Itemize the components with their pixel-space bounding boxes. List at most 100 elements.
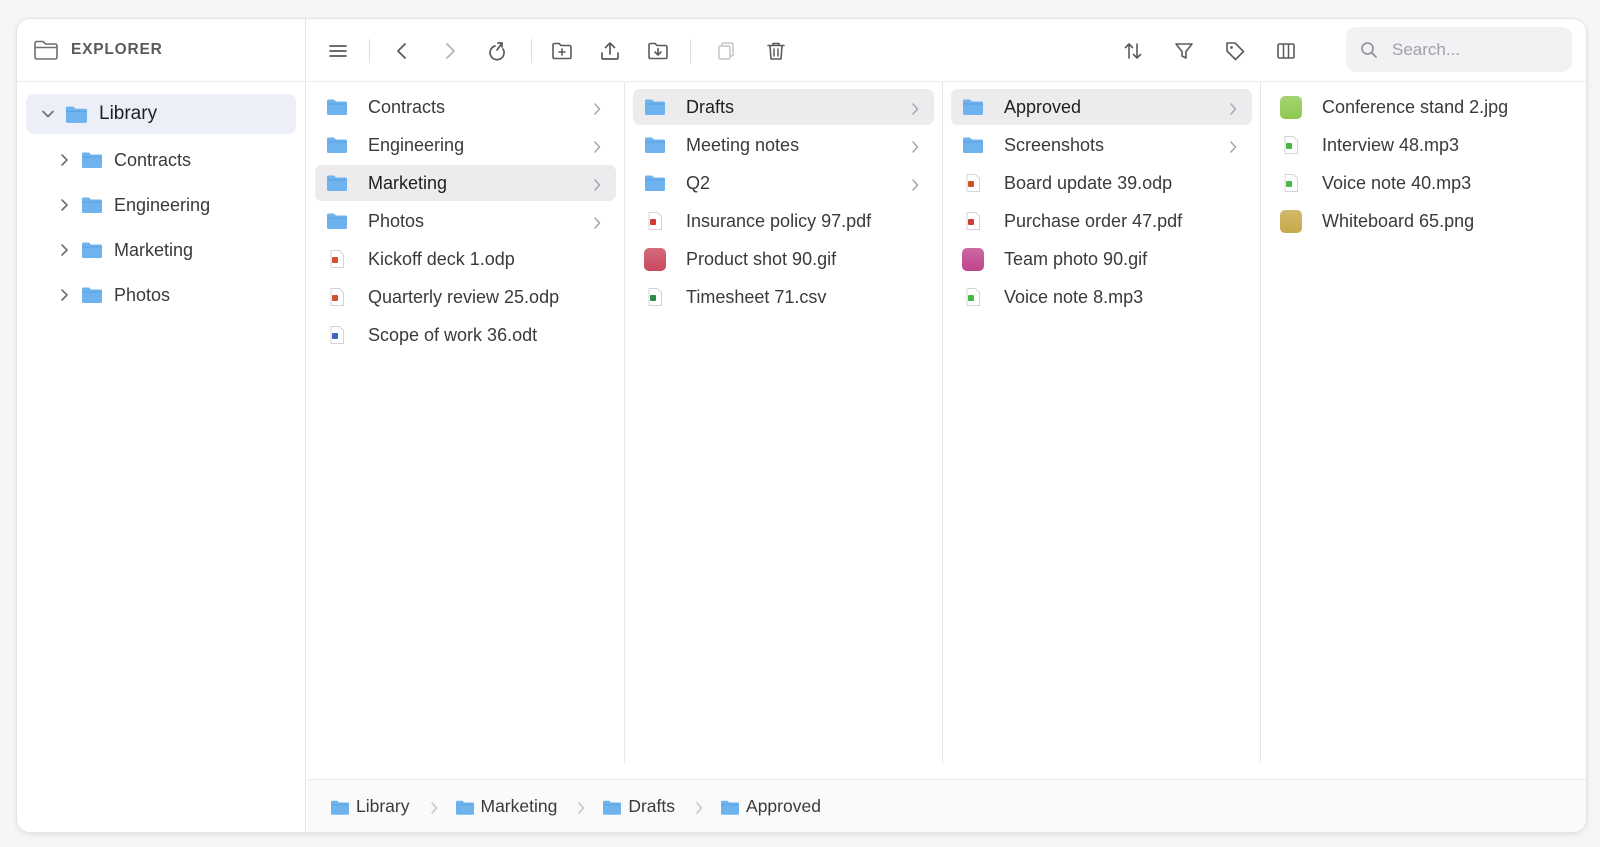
folder-item[interactable]: Drafts [633, 89, 934, 125]
chevron-down-icon[interactable] [40, 106, 56, 122]
item-label: Interview 48.mp3 [1322, 134, 1460, 155]
copy-button[interactable] [711, 36, 741, 66]
menu-button[interactable] [323, 36, 353, 66]
back-button[interactable] [387, 36, 417, 66]
folder-item[interactable]: Approved [951, 89, 1252, 125]
tree-item-library[interactable]: Library [26, 94, 296, 134]
file-item[interactable]: Voice note 40.mp3 [1269, 165, 1580, 201]
chevron-right-icon [429, 799, 439, 814]
search-input[interactable] [1392, 39, 1552, 60]
folder-icon [603, 799, 622, 815]
folder-icon [331, 799, 349, 815]
chevron-right-icon[interactable] [56, 152, 72, 168]
item-label: Timesheet 71.csv [686, 286, 827, 307]
item-label: Drafts [686, 96, 735, 117]
folder-tree: Library Contracts Engineering Marketing … [17, 82, 305, 315]
item-label: Screenshots [1004, 134, 1105, 155]
file-item[interactable]: Board update 39.odp [951, 165, 1252, 201]
search-icon [1361, 41, 1377, 58]
tree-item-photos[interactable]: Photos [26, 275, 296, 315]
image-thumbnail-icon [962, 247, 984, 271]
pdf-file-icon [644, 212, 666, 230]
item-label: Product shot 90.gif [686, 248, 837, 269]
breadcrumb-item[interactable]: Library [331, 796, 410, 817]
delete-button[interactable] [761, 36, 791, 66]
folder-outline-icon [34, 40, 58, 60]
file-item[interactable]: Kickoff deck 1.odp [315, 241, 616, 277]
file-item[interactable]: Timesheet 71.csv [633, 279, 934, 315]
chevron-right-icon[interactable] [56, 287, 72, 303]
file-item[interactable]: Insurance policy 97.pdf [633, 203, 934, 239]
file-item[interactable]: Purchase order 47.pdf [951, 203, 1252, 239]
folder-icon [82, 197, 102, 213]
column-4: Conference stand 2.jpg Interview 48.mp3 Vo… [1261, 82, 1586, 763]
document-file-icon [326, 326, 348, 344]
item-label: Photos [368, 210, 425, 231]
refresh-button[interactable] [483, 36, 513, 66]
search-box[interactable] [1346, 27, 1572, 72]
tree-item-label: Library [99, 103, 158, 124]
file-item[interactable]: Interview 48.mp3 [1269, 127, 1580, 163]
chevron-right-icon [910, 100, 920, 115]
folder-item[interactable]: Marketing [315, 165, 616, 201]
tree-item-label: Photos [114, 284, 171, 305]
upload-button[interactable] [595, 36, 625, 66]
sort-button[interactable] [1118, 36, 1148, 66]
breadcrumb-item[interactable]: Approved [721, 796, 821, 817]
item-label: Voice note 40.mp3 [1322, 172, 1472, 193]
delete-icon [767, 42, 785, 60]
sidebar-title: EXPLORER [71, 41, 163, 58]
item-label: Marketing [368, 172, 448, 193]
folder-item[interactable]: Contracts [315, 89, 616, 125]
breadcrumb-label: Approved [746, 795, 821, 816]
folder-item[interactable]: Photos [315, 203, 616, 239]
folder-item[interactable]: Engineering [315, 127, 616, 163]
file-item[interactable]: Product shot 90.gif [633, 241, 934, 277]
download-button[interactable] [643, 36, 673, 66]
item-label: Q2 [686, 172, 711, 193]
breadcrumb-item[interactable]: Drafts [603, 796, 675, 817]
item-label: Team photo 90.gif [1004, 248, 1148, 269]
item-label: Whiteboard 65.png [1322, 210, 1475, 231]
folder-icon [962, 136, 984, 154]
audio-file-icon [1280, 136, 1302, 154]
image-thumbnail-icon [644, 247, 666, 271]
tree-item-marketing[interactable]: Marketing [26, 230, 296, 270]
item-label: Purchase order 47.pdf [1004, 210, 1183, 231]
breadcrumb-item[interactable]: Marketing [455, 795, 558, 817]
file-item[interactable]: Whiteboard 65.png [1269, 203, 1580, 239]
folder-item[interactable]: Q2 [633, 165, 934, 201]
file-item[interactable]: Voice note 8.mp3 [951, 279, 1252, 315]
column-view-button[interactable] [1271, 36, 1301, 66]
folder-item[interactable]: Meeting notes [633, 127, 934, 163]
file-item[interactable]: Scope of work 36.odt [315, 317, 616, 353]
tag-icon [1226, 42, 1245, 61]
new-folder-button[interactable] [547, 36, 577, 66]
item-label: Quarterly review 25.odp [368, 286, 560, 307]
tree-item-label: Marketing [114, 239, 194, 260]
file-item[interactable]: Quarterly review 25.odp [315, 279, 616, 315]
breadcrumb-label: Marketing [480, 795, 558, 816]
file-item[interactable]: Conference stand 2.jpg [1269, 89, 1580, 125]
folder-icon [82, 287, 102, 303]
chevron-right-icon [576, 799, 586, 814]
filter-button[interactable] [1169, 36, 1199, 66]
chevron-right-icon [1228, 138, 1238, 153]
folder-icon [66, 106, 87, 123]
file-item[interactable]: Team photo 90.gif [951, 241, 1252, 277]
forward-button[interactable] [435, 36, 465, 66]
item-label: Conference stand 2.jpg [1322, 96, 1509, 117]
audio-file-icon [1280, 174, 1302, 192]
item-label: Contracts [368, 96, 446, 117]
chevron-right-icon[interactable] [56, 242, 72, 258]
item-label: Insurance policy 97.pdf [686, 210, 872, 231]
folder-item[interactable]: Screenshots [951, 127, 1252, 163]
tree-item-engineering[interactable]: Engineering [26, 185, 296, 225]
sidebar: EXPLORER Library Contracts Engineering M… [17, 19, 306, 832]
folder-icon [82, 242, 102, 258]
slides-file-icon [326, 250, 348, 268]
tree-item-contracts[interactable]: Contracts [26, 140, 296, 180]
chevron-right-icon[interactable] [56, 197, 72, 213]
columns-icon [1277, 43, 1295, 59]
tag-button[interactable] [1220, 36, 1250, 66]
